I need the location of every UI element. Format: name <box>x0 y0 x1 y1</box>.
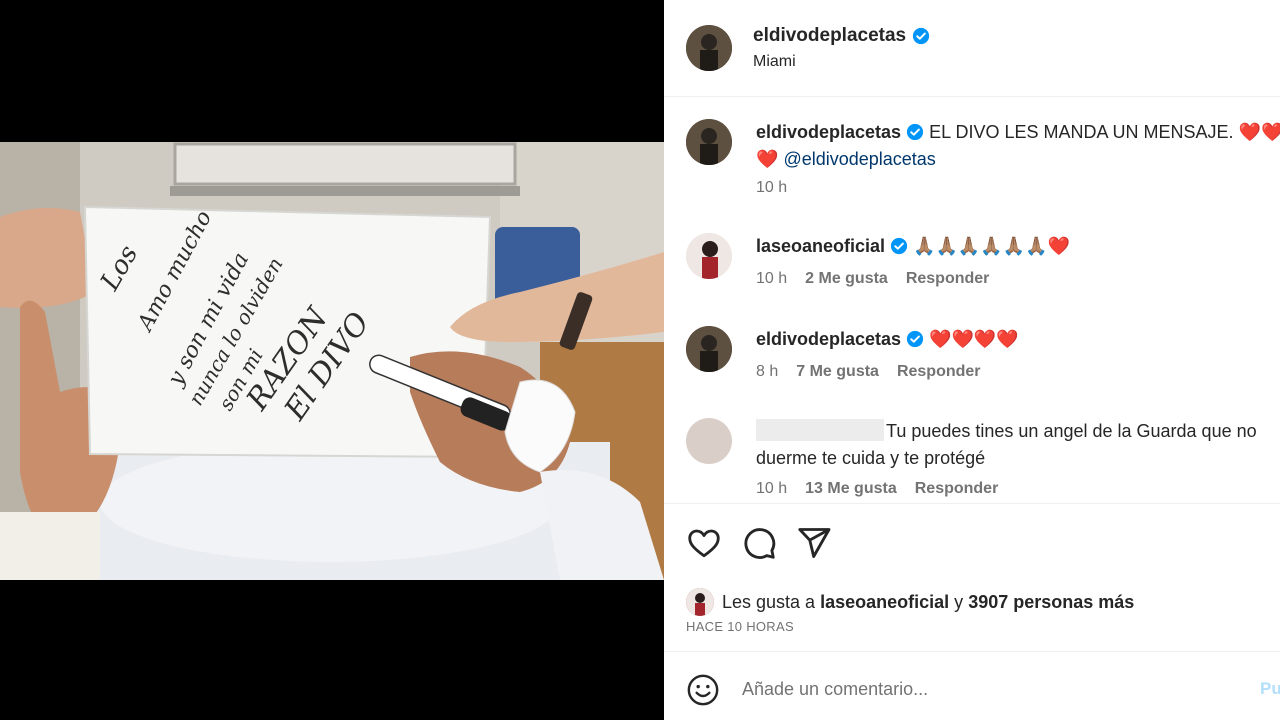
comment-message-line2: duerme te cuida y te protégé <box>756 448 986 468</box>
verified-icon <box>906 123 924 141</box>
caption-text: eldivodeplacetas EL DIVO LES MANDA UN ME… <box>756 119 1280 173</box>
commenter-username-blurred[interactable] <box>756 419 884 441</box>
heart-outline-icon <box>688 529 720 558</box>
heart-emoji: ❤️ <box>756 149 779 169</box>
liker-avatar <box>686 588 714 616</box>
share-icon <box>798 528 831 558</box>
reply-button[interactable]: Responder <box>897 363 981 381</box>
author-username[interactable]: eldivodeplacetas <box>753 25 906 47</box>
commenter-avatar[interactable] <box>686 233 732 279</box>
caption-username[interactable]: eldivodeplacetas <box>756 122 901 142</box>
post-details-panel: eldivodeplacetas Miami eldivodeplacetas … <box>664 0 1280 720</box>
likes-others[interactable]: 3907 personas más <box>968 592 1134 613</box>
likes-connector: y <box>954 591 964 612</box>
heart-emoji: ❤️❤️ <box>1238 122 1280 142</box>
add-comment-bar: Publicar <box>664 651 1280 720</box>
likes-summary[interactable]: Les gusta a laseoaneoficial y 3907 perso… <box>686 588 1134 616</box>
author-username-row: eldivodeplacetas <box>753 25 930 47</box>
comment-time[interactable]: 8 h <box>756 363 778 381</box>
caption-message: EL DIVO LES MANDA UN MENSAJE. <box>929 122 1234 142</box>
comment-time[interactable]: 10 h <box>756 480 787 498</box>
emoji-icon <box>687 674 719 706</box>
commenter-username[interactable]: laseoaneoficial <box>756 236 885 256</box>
commenter-avatar-blurred[interactable] <box>686 418 732 464</box>
emoji-button[interactable] <box>686 673 720 707</box>
author-avatar[interactable] <box>686 25 732 71</box>
comment-text: laseoaneoficial 🙏🏽🙏🏽🙏🏽🙏🏽🙏🏽🙏🏽❤️ <box>756 233 1280 260</box>
reply-button[interactable]: Responder <box>915 480 999 498</box>
caption-time[interactable]: 10 h <box>756 179 787 197</box>
comment-likes[interactable]: 2 Me gusta <box>805 270 888 288</box>
comment-meta: 8 h 7 Me gusta Responder <box>756 363 981 381</box>
comment-message: 🙏🏽🙏🏽🙏🏽🙏🏽🙏🏽🙏🏽❤️ <box>913 236 1070 256</box>
caption-mention[interactable]: @eldivodeplacetas <box>783 149 935 169</box>
comment-likes[interactable]: 7 Me gusta <box>796 363 879 381</box>
post-photo[interactable]: Los Amo mucho y son mi vida nunca lo olv… <box>0 142 664 580</box>
comment-meta: 10 h 13 Me gusta Responder <box>756 480 998 498</box>
comment-icon <box>744 528 776 559</box>
post-actions: Les gusta a laseoaneoficial y 3907 perso… <box>664 503 1280 720</box>
post-comment-button[interactable]: Publicar <box>1260 679 1280 699</box>
comment-button[interactable] <box>741 525 777 561</box>
likes-prefix: Les gusta a <box>722 591 816 612</box>
liker-username[interactable]: laseoaneoficial <box>820 592 949 613</box>
post-time-ago[interactable]: HACE 10 HORAS <box>686 619 794 634</box>
post-media: Los Amo mucho y son mi vida nunca lo olv… <box>0 0 664 720</box>
post-location[interactable]: Miami <box>753 53 796 71</box>
post-header: eldivodeplacetas Miami <box>664 0 1280 97</box>
comment-time[interactable]: 10 h <box>756 270 787 288</box>
commenter-username[interactable]: eldivodeplacetas <box>756 329 901 349</box>
comment-message: ❤️❤️❤️❤️ <box>929 329 1019 349</box>
like-button[interactable] <box>686 525 722 561</box>
verified-icon <box>906 330 924 348</box>
comment-message-line1: Tu puedes tines un angel de la Guarda qu… <box>886 421 1257 441</box>
comment-text: Tu puedes tines un angel de la Guarda qu… <box>756 418 1280 472</box>
commenter-avatar[interactable] <box>686 326 732 372</box>
comment-likes[interactable]: 13 Me gusta <box>805 480 897 498</box>
reply-button[interactable]: Responder <box>906 270 990 288</box>
comment-input[interactable] <box>742 674 1212 704</box>
comment-meta: 10 h 2 Me gusta Responder <box>756 270 989 288</box>
share-button[interactable] <box>796 525 832 561</box>
verified-icon <box>890 237 908 255</box>
verified-icon <box>913 27 930 45</box>
caption-avatar[interactable] <box>686 119 732 165</box>
comment-text: eldivodeplacetas ❤️❤️❤️❤️ <box>756 326 1280 353</box>
comments-list[interactable]: eldivodeplacetas EL DIVO LES MANDA UN ME… <box>664 97 1280 503</box>
caption-meta: 10 h <box>756 179 787 197</box>
